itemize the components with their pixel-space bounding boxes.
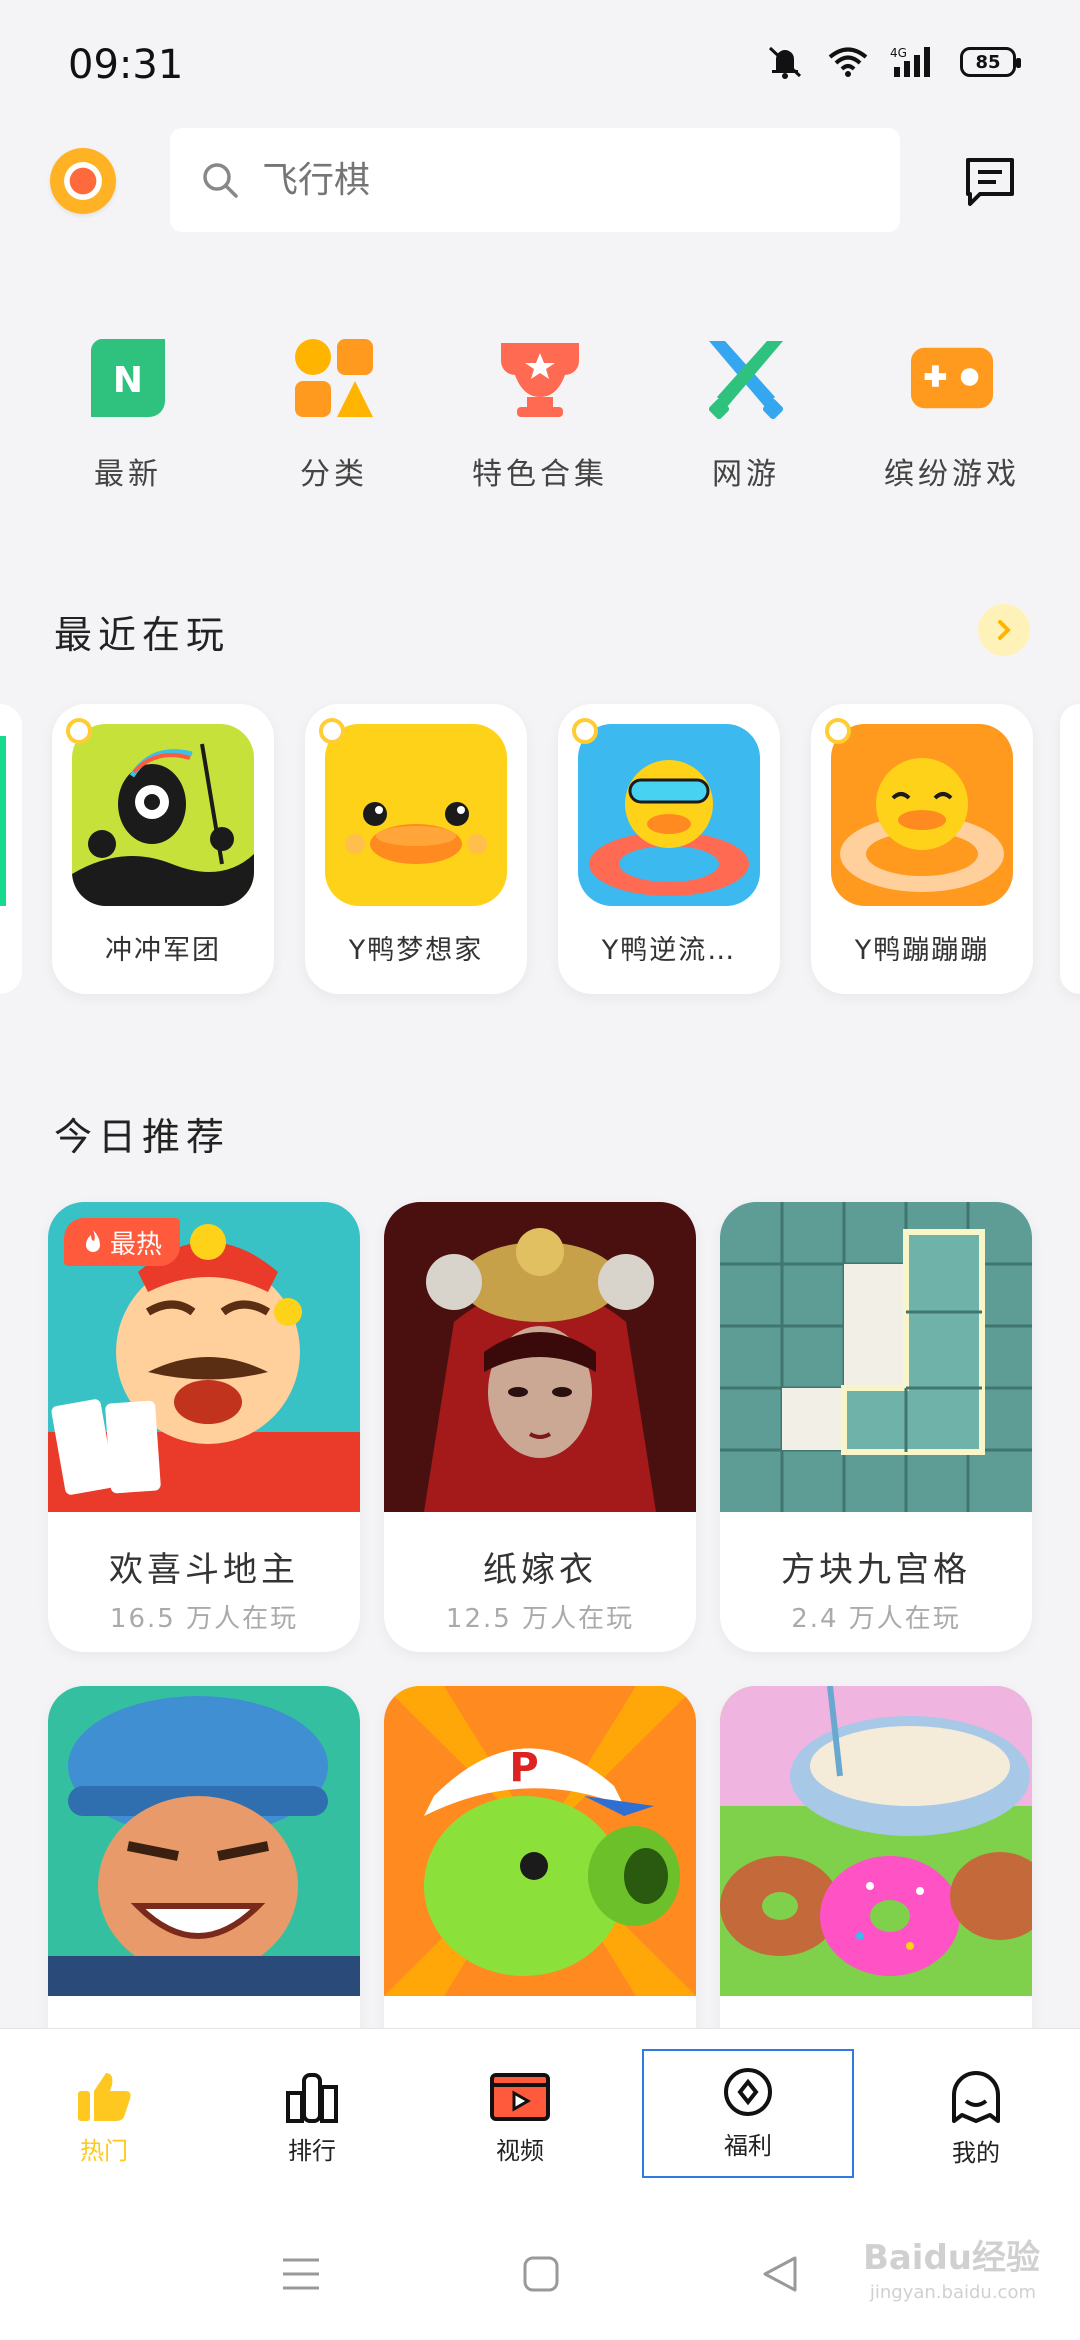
svg-text:4G: 4G <box>890 46 907 60</box>
game-icon-duck-upstream <box>578 724 760 906</box>
recent-game-card[interactable]: 冲冲军团 <box>52 704 274 994</box>
category-shortcuts: N 最新 分类 特色合集 网游 缤纷游戏 <box>0 335 1080 493</box>
app-logo[interactable] <box>50 148 116 214</box>
gamepad-icon <box>909 335 995 421</box>
nav-label: 视频 <box>496 2137 544 2165</box>
recent-clock-badge <box>572 718 598 744</box>
recent-game-name: 冲冲军团 <box>105 935 221 966</box>
category-label: 最新 <box>94 457 162 492</box>
crossed-swords-icon <box>703 335 789 421</box>
nav-hot[interactable]: 热门 <box>0 2029 208 2208</box>
recommend-game-name: 方块九宫格 <box>781 1550 971 1590</box>
recommend-game-players: 12.5 万人在玩 <box>445 1604 635 1634</box>
category-shapes-icon <box>291 335 377 421</box>
mute-bell-icon <box>768 46 802 79</box>
nav-mine[interactable]: 我的 <box>872 2029 1080 2208</box>
message-icon[interactable] <box>960 152 1020 212</box>
category-latest[interactable]: N 最新 <box>48 335 208 493</box>
recent-game-name: Y鸭梦想家 <box>348 935 484 966</box>
watermark-brand: Baidu经验 <box>862 2238 1040 2278</box>
recent-section-title: 最近在玩 <box>54 613 231 657</box>
back-icon[interactable] <box>761 2254 799 2294</box>
category-classify[interactable]: 分类 <box>254 335 414 493</box>
fire-icon <box>86 1230 100 1252</box>
recent-clock-badge <box>66 718 92 744</box>
nav-label: 排行 <box>288 2137 336 2165</box>
recommend-game-card[interactable]: 纸嫁衣 12.5 万人在玩 <box>384 1202 696 1652</box>
ranking-bars-icon <box>286 2073 338 2123</box>
game-icon-chongchong <box>72 724 254 906</box>
menu-icon[interactable] <box>281 2256 321 2292</box>
trophy-icon <box>497 335 583 421</box>
status-time: 09:31 <box>68 42 184 88</box>
recommend-game-name: 纸嫁衣 <box>483 1550 597 1590</box>
hot-tag: 最热 <box>64 1218 181 1266</box>
nav-video[interactable]: 视频 <box>416 2029 624 2208</box>
search-input[interactable] <box>262 159 822 201</box>
home-icon[interactable] <box>522 2255 560 2293</box>
status-bar: 09:31 4G 85 <box>0 0 1080 130</box>
nav-ranking[interactable]: 排行 <box>208 2029 416 2208</box>
recent-game-name: Y鸭蹦蹦蹦 <box>854 935 990 966</box>
search-bar[interactable] <box>170 128 900 232</box>
game-icon-duck-bounce <box>831 724 1013 906</box>
recommend-game-players: 16.5 万人在玩 <box>109 1604 299 1634</box>
bottom-nav: 热门 排行 视频 福利 我的 <box>0 2028 1080 2208</box>
recommend-game-card[interactable]: 方块九宫格 2.4 万人在玩 <box>720 1202 1032 1652</box>
svg-text:P: P <box>509 1745 538 1791</box>
nav-welfare[interactable]: 福利 <box>642 2049 854 2178</box>
category-label: 分类 <box>300 457 368 492</box>
thumbs-up-icon <box>78 2073 131 2121</box>
recommend-game-name: 欢喜斗地主 <box>109 1550 299 1590</box>
game-cover-peashooter: P <box>384 1686 696 1996</box>
category-online[interactable]: 网游 <box>666 335 826 493</box>
recommend-game-card[interactable]: 最热 欢喜斗地主 16.5 万人在玩 <box>48 1202 360 1652</box>
recent-more-button[interactable] <box>978 604 1030 656</box>
video-play-icon <box>490 2073 550 2121</box>
chevron-right-icon <box>998 620 1011 640</box>
recent-game-name: Y鸭逆流… <box>601 935 737 966</box>
status-icons: 4G 85 <box>764 44 1021 80</box>
nav-label: 热门 <box>80 2137 128 2165</box>
battery-indicator: 85 <box>960 47 1021 77</box>
game-cover-donut <box>720 1686 1032 1996</box>
recommend-section-title: 今日推荐 <box>54 1115 231 1159</box>
category-featured[interactable]: 特色合集 <box>460 335 620 493</box>
recent-card-partial[interactable] <box>1060 704 1080 994</box>
category-label: 缤纷游戏 <box>884 457 1020 492</box>
welfare-diamond-icon <box>724 2068 772 2116</box>
nav-label: 福利 <box>724 2132 772 2160</box>
game-cover-block-puzzle <box>720 1202 1032 1512</box>
recent-clock-badge <box>319 718 345 744</box>
svg-text:N: N <box>113 360 143 401</box>
signal-4g-icon: 4G <box>890 46 930 77</box>
recent-clock-badge <box>825 718 851 744</box>
recent-game-card[interactable]: Y鸭蹦蹦蹦 <box>811 704 1033 994</box>
recent-game-card[interactable]: Y鸭梦想家 <box>305 704 527 994</box>
category-label: 特色合集 <box>472 457 608 492</box>
recent-card-partial[interactable] <box>0 704 22 994</box>
hot-tag-label: 最热 <box>110 1229 163 1260</box>
ghost-profile-icon <box>952 2071 1000 2123</box>
recent-game-card[interactable]: Y鸭逆流… <box>558 704 780 994</box>
game-icon-duck-dreamer <box>325 724 507 906</box>
category-colorful[interactable]: 缤纷游戏 <box>872 335 1032 493</box>
recommend-game-players: 2.4 万人在玩 <box>791 1604 961 1634</box>
watermark-domain: jingyan.baidu.com <box>869 2282 1036 2303</box>
search-icon <box>203 163 238 198</box>
new-badge-icon: N <box>85 335 171 421</box>
recent-games-row: 冲冲军团 Y鸭梦想家 Y鸭逆流… Y鸭蹦蹦蹦 <box>0 704 1080 994</box>
wifi-icon <box>828 47 868 77</box>
game-cover-soldier <box>48 1686 360 1996</box>
nav-label: 我的 <box>952 2139 1000 2167</box>
category-label: 网游 <box>712 457 780 492</box>
game-cover-paper-bride <box>384 1202 696 1512</box>
